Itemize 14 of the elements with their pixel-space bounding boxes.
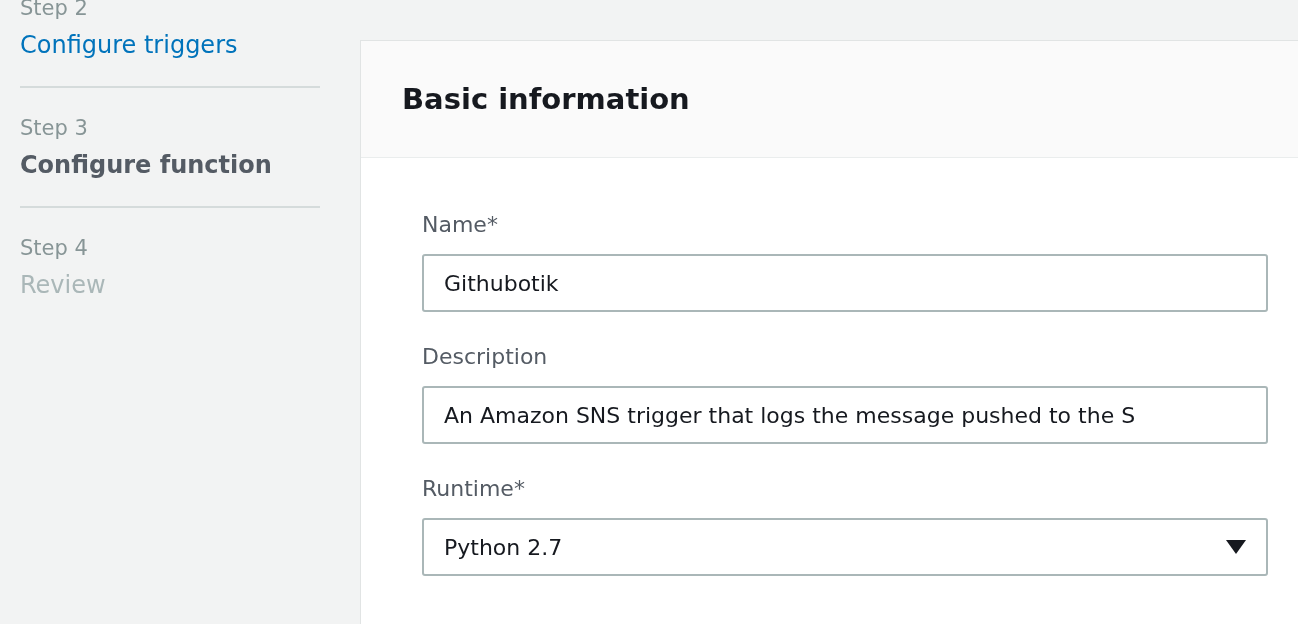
panel-title: Basic information [402, 82, 690, 116]
field-label: Name* [422, 211, 499, 239]
step-title[interactable]: Configure triggers [20, 28, 320, 62]
field-label: Description [422, 343, 549, 371]
caret-icon [1226, 540, 1246, 554]
step-title: Configure function [20, 150, 273, 181]
step-number: Step 2 [20, 0, 89, 22]
field-label: Runtime* [422, 475, 526, 503]
input-field[interactable]: An Amazon SNS trigger that logs the message pushed to the S [422, 386, 1268, 444]
step-number: Step 4 [20, 235, 89, 262]
input-field[interactable]: Githubotik [422, 254, 1268, 312]
step-number: Step 3 [20, 115, 89, 142]
step-title: Review [20, 270, 107, 301]
runtime-dropdown[interactable]: Python 2.7 [422, 518, 1268, 576]
